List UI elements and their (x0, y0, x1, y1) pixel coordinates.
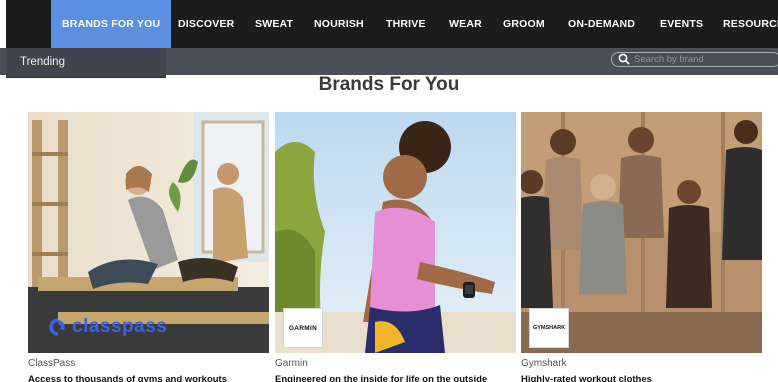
page-title: Brands For You (318, 74, 460, 95)
nav-item-wear[interactable]: WEAR (449, 0, 482, 48)
garmin-image[interactable]: GARMIN (275, 112, 516, 353)
brand-description: Access to thousands of gyms and workouts (28, 374, 228, 382)
brand-name[interactable]: ClassPass (28, 358, 75, 369)
nav-item-groom[interactable]: GROOM (503, 0, 545, 48)
search-icon (618, 53, 630, 65)
dropdown-item-trending[interactable]: Trending (20, 56, 65, 68)
classpass-logo-text: classpass (72, 316, 168, 337)
gymshark-logo: GYMSHARK (529, 308, 569, 348)
nav-item-discover[interactable]: DISCOVER (178, 0, 234, 48)
brand-name[interactable]: Garmin (275, 358, 308, 369)
classpass-image[interactable]: classpass (28, 112, 269, 353)
top-navigation-bar: BRANDS FOR YOU DISCOVER SWEAT NOURISH TH… (0, 0, 778, 48)
nav-item-on-demand[interactable]: ON-DEMAND (568, 0, 635, 48)
nav-item-nourish[interactable]: NOURISH (314, 0, 364, 48)
brand-card-garmin[interactable]: GARMIN Garmin Engineered on the inside f… (275, 112, 516, 382)
nav-left-edge (0, 0, 6, 48)
garmin-logo: GARMIN (283, 308, 323, 348)
gymshark-image[interactable]: GYMSHARK (521, 112, 762, 353)
brand-name[interactable]: Gymshark (521, 358, 567, 369)
nav-item-resources[interactable]: RESOURCE (723, 0, 778, 48)
nav-item-brands-for-you[interactable]: BRANDS FOR YOU (51, 0, 172, 48)
brand-description: Engineered on the inside for life on the… (275, 374, 488, 382)
brand-card-classpass[interactable]: classpass ClassPass Access to thousands … (28, 112, 269, 382)
classpass-logo-icon (49, 318, 65, 336)
brand-description: Highly-rated workout clothes (521, 374, 652, 382)
nav-item-events[interactable]: EVENTS (660, 0, 703, 48)
classpass-logo: classpass (46, 316, 167, 338)
nav-item-thrive[interactable]: THRIVE (386, 0, 426, 48)
brand-search-box[interactable] (611, 52, 778, 67)
brand-card-gymshark[interactable]: GYMSHARK Gymshark Highly-rated workout c… (521, 112, 762, 382)
search-input[interactable] (634, 53, 774, 66)
nav-item-sweat[interactable]: SWEAT (255, 0, 293, 48)
